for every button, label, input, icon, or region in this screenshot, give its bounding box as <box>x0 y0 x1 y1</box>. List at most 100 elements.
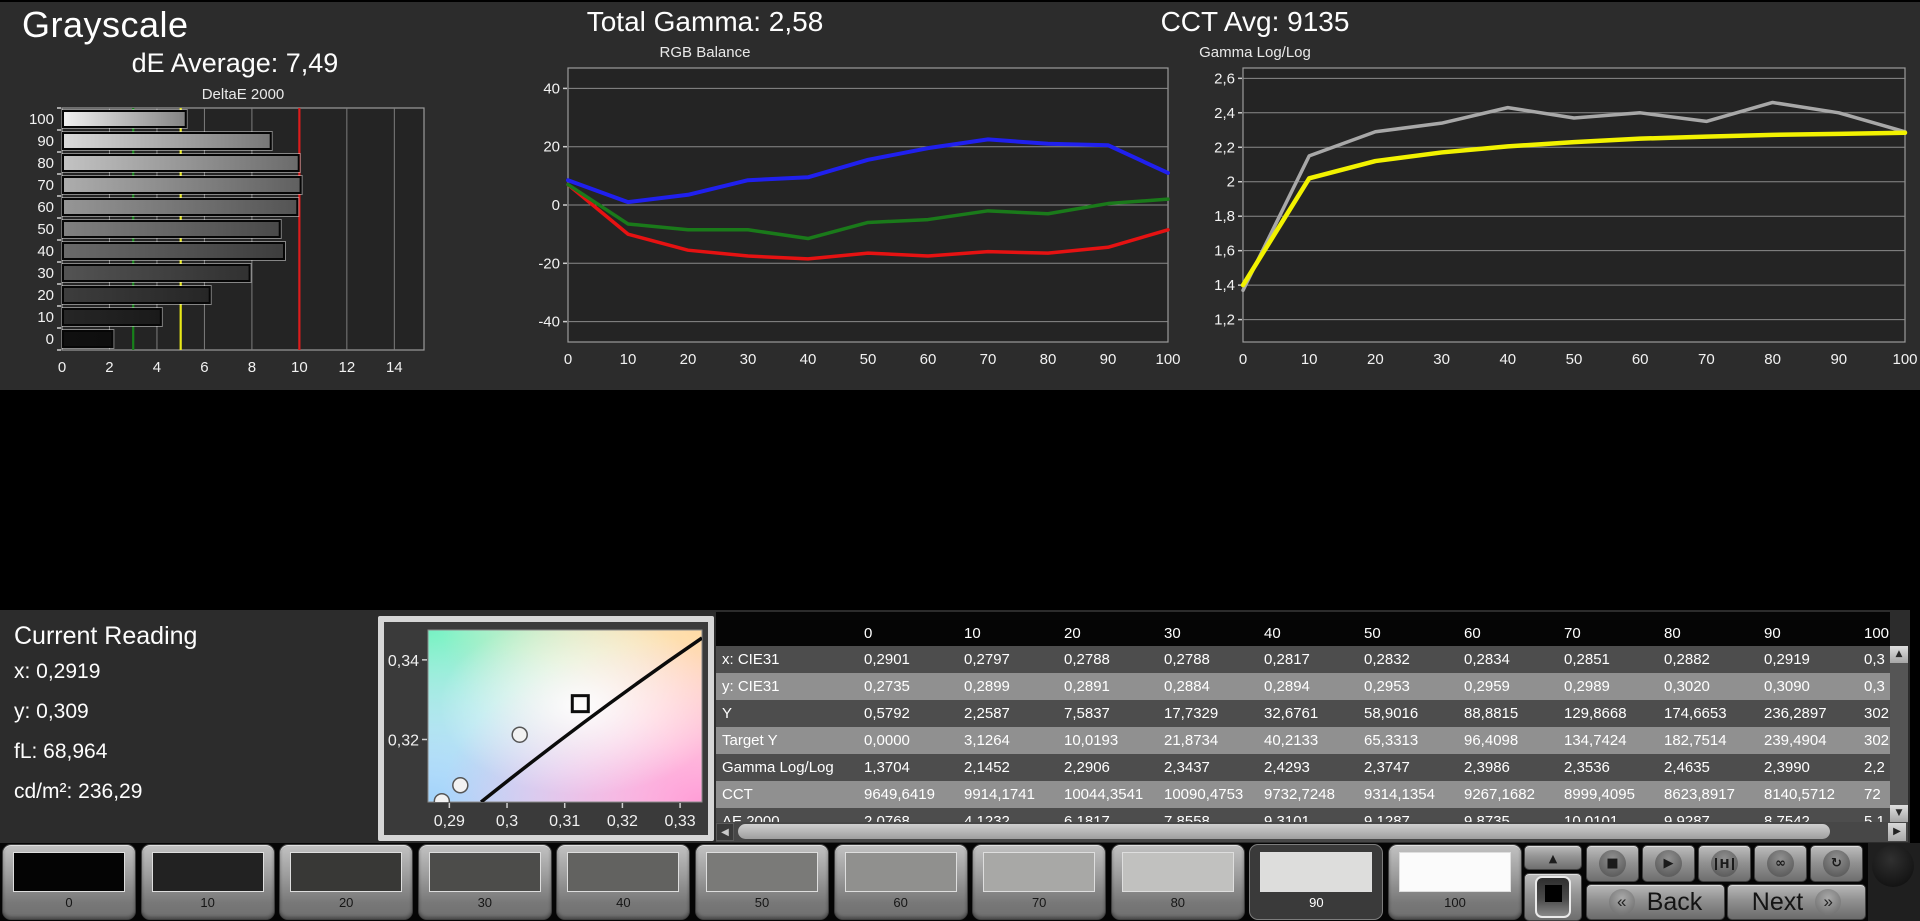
back-chevron-icon: « <box>1608 889 1635 915</box>
table-cell: 4,1232 <box>964 813 1010 822</box>
svg-text:10: 10 <box>291 359 308 376</box>
table-cell: 9732,7248 <box>1264 786 1335 803</box>
pattern-patch-button-30[interactable]: 30 <box>417 844 552 920</box>
svg-text:30: 30 <box>37 265 54 282</box>
refresh-button[interactable]: ↻ <box>1810 845 1863 882</box>
svg-text:10: 10 <box>620 351 637 368</box>
patch-color-chip <box>428 852 541 892</box>
table-cell: 2,2587 <box>964 705 1010 722</box>
pattern-patch-button-70[interactable]: 70 <box>972 844 1107 920</box>
table-body: x: CIE31 0,2901 0,2797 0,2788 0,2788 0,2817 0,… <box>716 646 1890 822</box>
pattern-size-button[interactable]: H <box>1698 845 1751 882</box>
svg-text:0,32: 0,32 <box>388 732 419 749</box>
table-cell: 0,2832 <box>1364 651 1410 668</box>
svg-text:50: 50 <box>860 351 877 368</box>
svg-text:80: 80 <box>1764 351 1781 368</box>
table-cell: 2,3437 <box>1164 759 1210 776</box>
table-cell: 3,1264 <box>964 732 1010 749</box>
table-cell: 21,8734 <box>1164 732 1219 749</box>
pattern-window-button[interactable] <box>1524 873 1582 921</box>
table-cell: 10,0193 <box>1064 732 1119 749</box>
loop-icon: ∞ <box>1767 850 1794 877</box>
horizontal-scrollbar-thumb[interactable] <box>738 824 1830 839</box>
scroll-left-button[interactable]: ◀ <box>716 823 734 841</box>
cie-chromaticity-chart: 0,29 0,3 0,31 0,32 0,33 0,32 0,34 <box>388 629 703 830</box>
svg-text:2,4: 2,4 <box>1214 105 1235 122</box>
table-horizontal-scrollbar[interactable]: ◀ ▶ <box>716 822 1908 842</box>
patch-color-chip <box>1121 852 1234 892</box>
pattern-patch-button-10[interactable]: 10 <box>140 844 275 920</box>
table-cell: 0,5792 <box>864 705 910 722</box>
scroll-up-button[interactable]: ▲ <box>1890 646 1908 663</box>
table-column-header <box>716 612 858 646</box>
back-button[interactable]: « Back <box>1586 884 1725 920</box>
patch-button-label: 10 <box>200 895 215 910</box>
total-gamma-readout: Total Gamma: 2,58 <box>586 6 824 37</box>
table-cell: 32,6761 <box>1264 705 1319 722</box>
table-cell: 96,4098 <box>1464 732 1519 749</box>
pattern-patch-button-60[interactable]: 60 <box>833 844 968 920</box>
table-cell: 182,7514 <box>1664 732 1727 749</box>
cct-average-readout: CCT Avg: 9135 <box>1160 6 1350 37</box>
table-column-header: 10 <box>964 625 981 642</box>
table-cell: 0,2882 <box>1664 651 1710 668</box>
svg-text:30: 30 <box>740 351 757 368</box>
scroll-right-button[interactable]: ▶ <box>1888 823 1906 841</box>
pattern-size-icon: H <box>1711 850 1738 877</box>
table-cell: 2,4293 <box>1264 759 1310 776</box>
svg-text:-40: -40 <box>538 314 560 331</box>
table-cell: 2,4635 <box>1664 759 1710 776</box>
svg-text:60: 60 <box>920 351 937 368</box>
pattern-patch-button-100[interactable]: 100 <box>1388 844 1522 920</box>
pattern-patch-button-80[interactable]: 80 <box>1110 844 1245 920</box>
table-cell: 9,3101 <box>1264 813 1310 822</box>
inactive-round-button <box>1872 845 1914 887</box>
pattern-patch-button-90[interactable]: 90 <box>1249 844 1384 920</box>
svg-text:40: 40 <box>800 351 817 368</box>
table-cell: 0,2901 <box>864 651 910 668</box>
patch-button-label: 30 <box>477 895 493 910</box>
patch-button-label: 20 <box>338 895 354 910</box>
svg-text:2,6: 2,6 <box>1214 70 1235 87</box>
svg-text:100: 100 <box>29 111 54 128</box>
table-cell: 0,2851 <box>1564 651 1610 668</box>
next-button[interactable]: Next » <box>1727 884 1866 920</box>
svg-text:2: 2 <box>1227 174 1235 191</box>
de-average-readout: dE Average: 7,49 <box>131 48 339 78</box>
patch-color-chip <box>706 852 818 892</box>
table-cell: 9314,1354 <box>1364 786 1435 803</box>
pattern-patch-button-50[interactable]: 50 <box>695 844 829 920</box>
loop-button[interactable]: ∞ <box>1754 845 1807 882</box>
patch-button-label: 40 <box>616 895 631 910</box>
pattern-patch-button-40[interactable]: 40 <box>556 844 691 920</box>
svg-text:100: 100 <box>1892 351 1917 368</box>
row-label: Target Y <box>722 732 778 749</box>
svg-text:70: 70 <box>37 177 54 194</box>
play-button[interactable]: ▶ <box>1642 845 1695 882</box>
play-icon: ▶ <box>1655 850 1682 877</box>
svg-text:1,6: 1,6 <box>1214 243 1235 260</box>
pattern-patch-button-20[interactable]: 20 <box>279 844 414 920</box>
svg-text:20: 20 <box>1367 351 1384 368</box>
table-cell: 0,2989 <box>1564 678 1610 695</box>
pattern-patch-button-0[interactable]: 0 <box>2 844 136 920</box>
scroll-down-button[interactable]: ▼ <box>1890 805 1908 822</box>
svg-text:20: 20 <box>543 139 560 156</box>
table-cell: 8,7542 <box>1764 813 1810 822</box>
table-cell: 2,3990 <box>1764 759 1810 776</box>
rgb-balance-chart-title: RGB Balance <box>659 44 751 61</box>
table-column-header: 20 <box>1064 625 1081 642</box>
table-cell: 9,1287 <box>1364 813 1410 822</box>
top-chart-panel: Grayscale dE Average: 7,49 Total Gamma: … <box>0 0 1920 390</box>
pattern-up-button[interactable]: ▲ <box>1524 845 1582 870</box>
cie-chromaticity-chart-frame: 0,29 0,3 0,31 0,32 0,33 0,32 0,34 <box>378 616 714 841</box>
table-cell: 0,2891 <box>1064 678 1110 695</box>
svg-text:8: 8 <box>248 359 256 376</box>
table-cell: 10044,3541 <box>1064 786 1144 803</box>
stop-button[interactable]: ■ <box>1586 845 1639 882</box>
table-vertical-scrollbar[interactable]: ▲ ▼ <box>1890 646 1908 822</box>
table-cell: 0,3020 <box>1664 678 1710 695</box>
current-reading-fl: fL: 68,964 <box>14 740 108 763</box>
svg-text:20: 20 <box>37 287 54 304</box>
patch-color-chip <box>1399 852 1511 892</box>
